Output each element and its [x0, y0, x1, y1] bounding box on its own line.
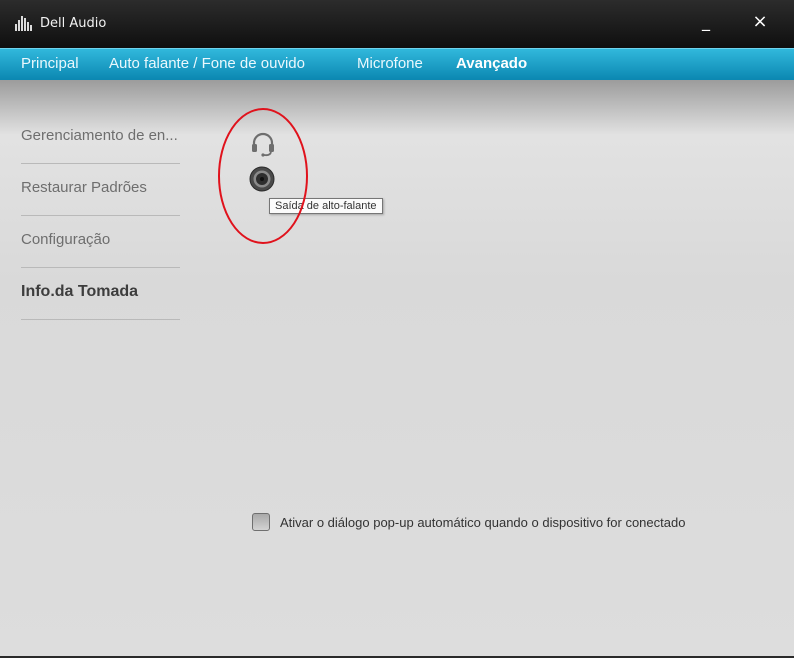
tab-microphone[interactable]: Microfone: [357, 55, 423, 72]
sidebar-item-jack-info[interactable]: Info.da Tomada: [21, 283, 180, 301]
minimize-button[interactable]: _: [694, 10, 718, 34]
jack-tooltip: Saída de alto-falante: [269, 198, 383, 214]
tab-bar: Principal Auto falante / Fone de ouvido …: [0, 48, 794, 80]
headset-icon: [252, 132, 274, 157]
tab-principal[interactable]: Principal: [21, 55, 79, 72]
sidebar-item-configuration[interactable]: Configuração: [21, 231, 180, 248]
sidebar-divider: [21, 319, 180, 320]
popup-dialog-checkbox-label[interactable]: Ativar o diálogo pop-up automático quand…: [280, 515, 685, 530]
main-content: [0, 80, 794, 656]
sidebar-divider: [21, 163, 180, 164]
tab-advanced[interactable]: Avançado: [456, 55, 527, 72]
tab-speaker-headphone[interactable]: Auto falante / Fone de ouvido: [109, 55, 305, 72]
audio-jack-icon[interactable]: [249, 166, 275, 192]
sidebar-divider: [21, 267, 180, 268]
title-bar: Dell Audio _ ×: [0, 0, 794, 48]
sidebar-divider: [21, 215, 180, 216]
sidebar-item-restore-defaults[interactable]: Restaurar Padrões: [21, 179, 180, 196]
minimize-icon: _: [702, 12, 710, 31]
popup-dialog-checkbox[interactable]: [252, 513, 270, 531]
window-title: Dell Audio: [40, 16, 107, 31]
sidebar-item-management[interactable]: Gerenciamento de en...: [21, 127, 180, 144]
close-icon: ×: [752, 11, 768, 32]
close-button[interactable]: ×: [748, 10, 772, 34]
dell-audio-logo-icon: [15, 16, 32, 31]
